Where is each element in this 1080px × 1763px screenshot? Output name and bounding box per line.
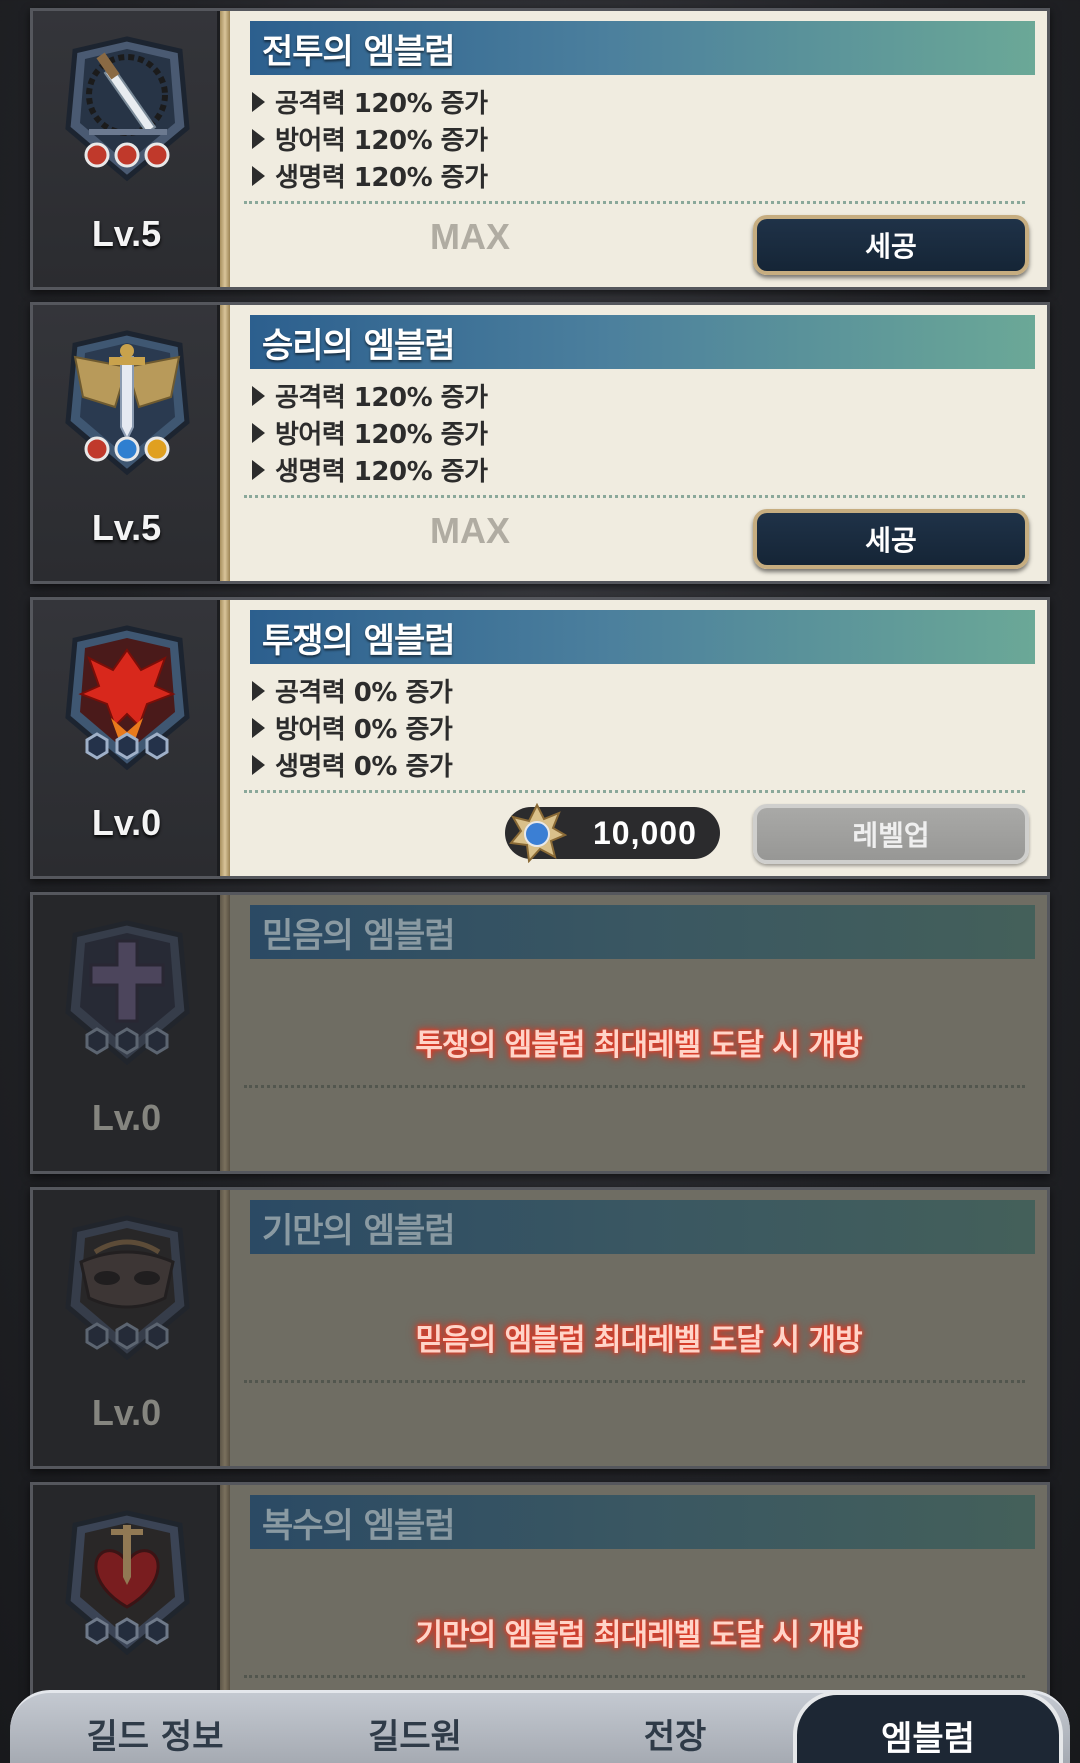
bullet-triangle-icon	[252, 680, 265, 701]
stat-defense: 방어력 120% 증가	[252, 120, 488, 157]
emblem-level: Lv.0	[91, 1392, 162, 1433]
emblem-level: Lv.0	[91, 802, 162, 843]
emblem-card-struggle: Lv.0 투쟁의 엠블럼 공격력 0% 증가 방어력 0% 증가 생명력 0% …	[30, 597, 1050, 879]
emblem-stats: 공격력 0% 증가 방어력 0% 증가 생명력 0% 증가	[252, 672, 453, 783]
emblem-title: 복수의 엠블럼	[262, 1505, 456, 1546]
refine-button[interactable]: 세공	[753, 509, 1029, 569]
bullet-triangle-icon	[252, 385, 265, 406]
bullet-triangle-icon	[252, 754, 265, 775]
emblem-title-bar: 믿음의 엠블럼	[250, 905, 1035, 959]
stat-attack: 공격력 120% 증가	[252, 83, 488, 120]
emblem-card-victory: Lv.5 승리의 엠블럼 공격력 120% 증가 방어력 120% 증가 생명력…	[30, 302, 1050, 584]
emblem-title-bar: 기만의 엠블럼	[250, 1200, 1035, 1254]
stat-health: 생명력 120% 증가	[252, 157, 488, 194]
mask-emblem-icon	[55, 1212, 200, 1372]
divider	[244, 1675, 1025, 1678]
bullet-triangle-icon	[252, 128, 265, 149]
emblem-title: 전투의 엠블럼	[262, 31, 456, 72]
emblem-level: Lv.5	[91, 213, 162, 254]
bottom-tab-bar: 길드 정보 길드원 전장 엠블럼	[10, 1690, 1070, 1763]
divider	[244, 495, 1025, 498]
heart-dagger-emblem-icon	[55, 1507, 200, 1667]
unlock-condition: 믿음의 엠블럼 최대레벨 도달 시 개방	[415, 1323, 862, 1358]
emblem-level: Lv.5	[91, 507, 162, 548]
winged-sword-emblem-icon	[55, 327, 200, 487]
bullet-triangle-icon	[252, 459, 265, 480]
emblem-title: 승리의 엠블럼	[262, 325, 456, 366]
tab-emblem[interactable]: 엠블럼	[793, 1691, 1063, 1763]
cost-amount: 10,000	[593, 814, 697, 851]
divider	[244, 1085, 1025, 1088]
unlock-condition: 투쟁의 엠블럼 최대레벨 도달 시 개방	[415, 1028, 862, 1063]
emblem-title-bar: 승리의 엠블럼	[250, 315, 1035, 369]
max-label: MAX	[430, 216, 510, 257]
emblem-level: Lv.0	[91, 1097, 162, 1138]
tab-battlefield[interactable]: 전장	[550, 1693, 800, 1763]
level-up-button[interactable]: 레벨업	[753, 804, 1029, 864]
stat-health: 생명력 120% 증가	[252, 451, 488, 488]
emblem-title: 투쟁의 엠블럼	[262, 620, 456, 661]
stat-attack: 공격력 0% 증가	[252, 672, 453, 709]
stat-defense: 방어력 0% 증가	[252, 709, 453, 746]
emblem-title: 믿음의 엠블럼	[262, 915, 456, 956]
cross-emblem-icon	[55, 917, 200, 1077]
bullet-triangle-icon	[252, 91, 265, 112]
emblem-stats: 공격력 120% 증가 방어력 120% 증가 생명력 120% 증가	[252, 377, 488, 488]
emblem-stats: 공격력 120% 증가 방어력 120% 증가 생명력 120% 증가	[252, 83, 488, 194]
emblem-card-faith: Lv.0 믿음의 엠블럼 투쟁의 엠블럼 최대레벨 도달 시 개방	[30, 892, 1050, 1174]
stat-attack: 공격력 120% 증가	[252, 377, 488, 414]
sword-emblem-icon	[55, 33, 200, 193]
emblem-title-bar: 복수의 엠블럼	[250, 1495, 1035, 1549]
max-label: MAX	[430, 510, 510, 551]
emblem-title: 기만의 엠블럼	[262, 1210, 456, 1251]
emblem-title-bar: 전투의 엠블럼	[250, 21, 1035, 75]
divider	[244, 1380, 1025, 1383]
bullet-triangle-icon	[252, 422, 265, 443]
emblem-card-battle: Lv.5 전투의 엠블럼 공격력 120% 증가 방어력 120% 증가 생명력…	[30, 8, 1050, 290]
bullet-triangle-icon	[252, 717, 265, 738]
emblem-card-deceit: Lv.0 기만의 엠블럼 믿음의 엠블럼 최대레벨 도달 시 개방	[30, 1187, 1050, 1469]
tab-guild-info[interactable]: 길드 정보	[30, 1693, 280, 1763]
cost-display: 10,000	[505, 803, 720, 863]
refine-button[interactable]: 세공	[753, 215, 1029, 275]
divider	[244, 201, 1025, 204]
emblem-title-bar: 투쟁의 엠블럼	[250, 610, 1035, 664]
stat-defense: 방어력 120% 증가	[252, 414, 488, 451]
unlock-condition: 기만의 엠블럼 최대레벨 도달 시 개방	[415, 1618, 862, 1653]
bullet-triangle-icon	[252, 165, 265, 186]
tab-guild-members[interactable]: 길드원	[290, 1693, 540, 1763]
stat-health: 생명력 0% 증가	[252, 746, 453, 783]
divider	[244, 790, 1025, 793]
medal-currency-icon	[509, 803, 567, 863]
dragon-emblem-icon	[55, 622, 200, 782]
